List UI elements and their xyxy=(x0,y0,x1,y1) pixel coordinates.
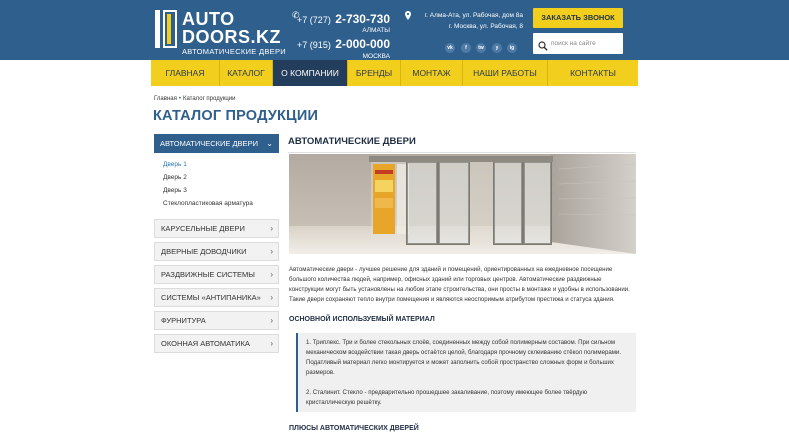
phone-city: МОСКВА xyxy=(362,53,390,60)
intro-paragraph: Автоматические двери - лучшее решение дл… xyxy=(289,266,630,303)
breadcrumb-separator: • xyxy=(178,96,181,102)
instagram-icon[interactable]: ig xyxy=(507,43,517,53)
pros-heading: ПЛЮСЫ АВТОМАТИЧЕСКИХ ДВЕРЕЙ xyxy=(289,425,419,432)
breadcrumb-home[interactable]: Главная xyxy=(154,96,177,102)
twitter-icon[interactable]: tw xyxy=(476,43,486,53)
location-pin-icon xyxy=(405,11,411,20)
door-logo-icon xyxy=(155,10,177,48)
chevron-right-icon: › xyxy=(270,316,273,325)
material-item-2: 2. Сталинит. Стекло - предварительно про… xyxy=(306,389,588,406)
logo-subtitle: АВТОМАТИЧЕСКИЕ ДВЕРИ xyxy=(182,47,286,56)
main-content: АВТОМАТИЧЕСКИЕ ДВЕРИ Автоматические двер… xyxy=(288,134,636,432)
nav-catalog[interactable]: КАТАЛОГ xyxy=(220,60,273,86)
search-box xyxy=(533,33,623,54)
catalog-sidebar: АВТОМАТИЧЕСКИЕ ДВЕРИ ⌄ Дверь 1 Дверь 2 Д… xyxy=(154,134,279,353)
chevron-right-icon: › xyxy=(270,293,273,302)
sidebar-item-carousel-doors[interactable]: КАРУСЕЛЬНЫЕ ДВЕРИ › xyxy=(154,219,279,238)
site-logo[interactable]: AUTO DOORS.KZ АВТОМАТИЧЕСКИЕ ДВЕРИ xyxy=(155,8,286,56)
content-title: АВТОМАТИЧЕСКИЕ ДВЕРИ xyxy=(288,136,416,147)
phone-city: АЛМАТЫ xyxy=(362,27,390,34)
chevron-right-icon: › xyxy=(270,224,273,233)
nav-about[interactable]: О КОМПАНИИ xyxy=(273,60,348,86)
order-call-button[interactable]: ЗАКАЗАТЬ ЗВОНОК xyxy=(533,8,623,28)
page-title: КАТАЛОГ ПРОДУКЦИИ xyxy=(153,108,319,124)
material-item-1: 1. Триплекс. Три и более стекольных слоё… xyxy=(306,339,622,376)
sidebar-sublist: Дверь 1 Дверь 2 Дверь 3 Стеклопластикова… xyxy=(154,153,279,212)
sidebar-item-fittings[interactable]: ФУРНИТУРА › xyxy=(154,311,279,330)
chevron-right-icon: › xyxy=(270,339,273,348)
nav-brands[interactable]: БРЕНДЫ xyxy=(348,60,401,86)
sidebar-item-antipanic[interactable]: СИСТЕМЫ «АНТИПАНИКА» › xyxy=(154,288,279,307)
sidebar-item-label: АВТОМАТИЧЕСКИЕ ДВЕРИ xyxy=(160,139,258,148)
material-quote: 1. Триплекс. Три и более стекольных слоё… xyxy=(296,333,636,412)
sidebar-item-sliding-systems[interactable]: РАЗДВИЖНЫЕ СИСТЕМЫ › xyxy=(154,265,279,284)
chevron-right-icon: › xyxy=(270,247,273,256)
search-icon[interactable] xyxy=(538,38,548,51)
phone-code: +7 (915) xyxy=(297,40,331,50)
sub-item-door-3[interactable]: Дверь 3 xyxy=(163,184,279,197)
site-header: AUTO DOORS.KZ АВТОМАТИЧЕСКИЕ ДВЕРИ +7 (7… xyxy=(0,0,789,60)
search-input[interactable] xyxy=(551,36,621,51)
phone-code: +7 (727) xyxy=(297,15,331,25)
breadcrumb: Главная • Каталог продукции xyxy=(154,96,236,102)
logo-line-2: DOORS.KZ xyxy=(182,27,282,47)
phone-almaty[interactable]: +7 (727) 2-730-730 xyxy=(297,10,390,28)
nav-installation[interactable]: МОНТАЖ xyxy=(401,60,463,86)
chevron-down-icon: ⌄ xyxy=(266,139,273,148)
phone-number: 2-730-730 xyxy=(335,12,390,26)
sub-item-door-1[interactable]: Дверь 1 xyxy=(163,158,279,171)
facebook-icon[interactable]: f xyxy=(461,43,471,53)
phone-moscow[interactable]: +7 (915) 2-000-000 xyxy=(297,35,390,53)
sub-item-fiberglass[interactable]: Стеклопластиковая арматура xyxy=(163,197,279,210)
title-divider xyxy=(288,152,636,153)
sidebar-item-window-automation[interactable]: ОКОННАЯ АВТОМАТИКА › xyxy=(154,334,279,353)
logo-line-1: AUTO xyxy=(182,9,235,29)
sidebar-item-label: ФУРНИТУРА xyxy=(161,316,206,325)
chevron-right-icon: › xyxy=(270,270,273,279)
hero-image xyxy=(289,154,636,254)
sub-item-door-2[interactable]: Дверь 2 xyxy=(163,171,279,184)
nav-home[interactable]: ГЛАВНАЯ xyxy=(151,60,220,86)
youtube-icon[interactable]: y xyxy=(492,43,502,53)
sidebar-item-label: ОКОННАЯ АВТОМАТИКА xyxy=(161,339,250,348)
nav-our-works[interactable]: НАШИ РАБОТЫ xyxy=(463,60,548,86)
address-almaty: г. Алма-Ата, ул. Рабочая, дом 8а xyxy=(424,12,523,19)
sidebar-item-label: РАЗДВИЖНЫЕ СИСТЕМЫ xyxy=(161,270,255,279)
sidebar-item-door-closers[interactable]: ДВЕРНЫЕ ДОВОДЧИКИ › xyxy=(154,242,279,261)
sidebar-item-automatic-doors[interactable]: АВТОМАТИЧЕСКИЕ ДВЕРИ ⌄ xyxy=(154,134,279,153)
breadcrumb-current: Каталог продукции xyxy=(182,96,236,102)
sidebar-item-label: ДВЕРНЫЕ ДОВОДЧИКИ xyxy=(161,247,247,256)
sidebar-item-label: КАРУСЕЛЬНЫЕ ДВЕРИ xyxy=(161,224,245,233)
main-nav: ГЛАВНАЯ КАТАЛОГ О КОМПАНИИ БРЕНДЫ МОНТАЖ… xyxy=(151,60,638,86)
nav-contacts[interactable]: КОНТАКТЫ xyxy=(548,60,638,86)
material-heading: ОСНОВНОЙ ИСПОЛЬЗУЕМЫЙ МАТЕРИАЛ xyxy=(289,316,435,323)
vk-icon[interactable]: vk xyxy=(445,43,455,53)
address-moscow: г. Москва, ул. Рабочая, 8 xyxy=(448,23,523,30)
phone-number: 2-000-000 xyxy=(335,37,390,51)
sidebar-item-label: СИСТЕМЫ «АНТИПАНИКА» xyxy=(161,293,261,302)
